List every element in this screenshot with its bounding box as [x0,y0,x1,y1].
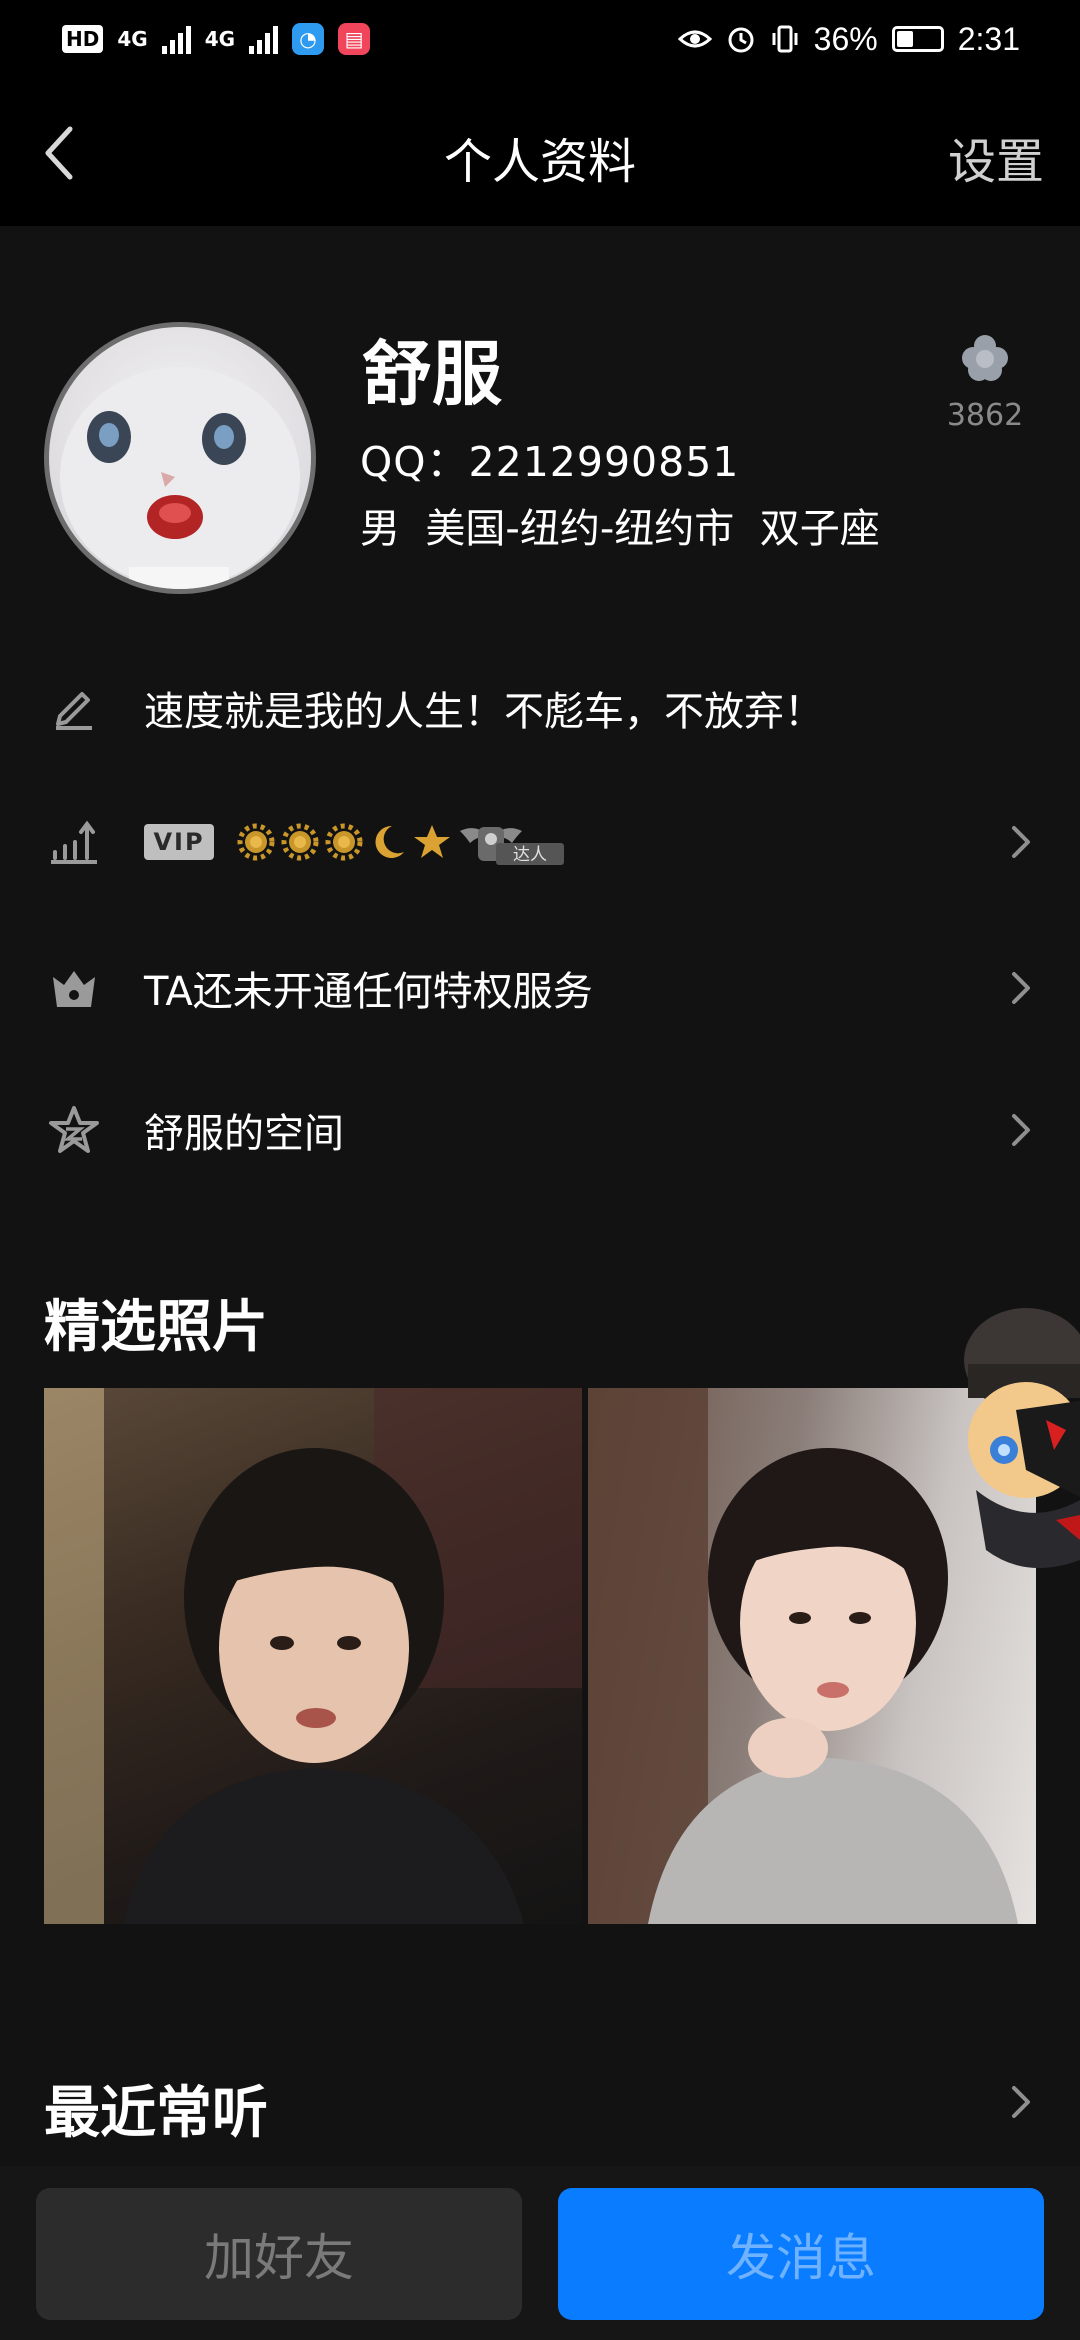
daren-badge: 达人 [460,827,564,865]
bottom-action-bar: 加好友 发消息 [0,2166,1080,2340]
avatar[interactable] [44,322,316,594]
featured-photo[interactable] [44,1388,582,1924]
alarm-icon [728,27,754,53]
daren-label: 达人 [513,845,547,865]
hd-label: HD [66,27,100,51]
chevron-right-icon [1012,972,1030,1004]
page-title: 个人资料 [443,134,636,190]
sun-icon [281,823,319,861]
status-right: 36% 2:31 [677,20,1020,58]
pencil-icon [46,680,102,736]
battery-fill [896,31,914,47]
signature-text: 速度就是我的人生！不彪车，不放弃！ [144,689,824,735]
vip-badge: VIP [144,824,214,860]
sim1-label: 4G [117,27,148,51]
cat-avatar-image [60,367,300,589]
signal-icon [161,24,191,54]
hd-icon: HD [62,25,104,53]
battery-percent: 36% [813,20,878,57]
qq-level-icons [236,822,452,862]
chevron-right-icon [1012,826,1030,858]
sun-icon [325,823,363,861]
profile-qq-number: QQ：2212990851 [360,438,740,486]
recent-listening-title: 最近常听 [44,2081,268,2146]
person-photo-image [44,1388,582,1924]
level-chart-icon [46,814,102,870]
like-button[interactable]: 3862 [930,328,1040,433]
featured-photos-title: 精选照片 [44,1295,268,1360]
signature-row[interactable]: 速度就是我的人生！不彪车，不放弃！ [0,648,1080,768]
app-notification-icon-2: ▤ [338,23,371,55]
profile-details: 男 美国-纽约-纽约市 双子座 [360,506,880,552]
vibrate-icon [772,25,798,53]
send-message-button[interactable]: 发消息 [558,2188,1044,2320]
profile-name: 舒服 [362,333,502,415]
signal-icon-2 [249,24,279,54]
floating-mascot[interactable] [946,1300,1080,1670]
status-left: HD 4G 4G ◔ ▤ [62,23,371,55]
chevron-right-icon [1012,1114,1030,1146]
crown-icon [46,960,102,1016]
qzone-star-icon [46,1102,102,1158]
qzone-text: 舒服的空间 [144,1111,344,1157]
privilege-text: TA还未开通任何特权服务 [144,969,593,1015]
app-notification-icon: ◔ [292,23,325,55]
top-nav-bar: 个人资料 设置 [0,78,1080,226]
anime-mascot-icon [964,1308,1080,1568]
moon-icon [375,825,404,858]
status-bar: HD 4G 4G ◔ ▤ 36% 2:31 [0,0,1080,78]
sun-icon [237,823,275,861]
level-row[interactable]: VIP 达人 [0,782,1080,902]
like-count: 3862 [946,398,1024,433]
battery-icon [891,26,944,52]
star-icon [414,825,450,858]
thumbs-up-icon [962,335,1008,381]
add-friend-button[interactable]: 加好友 [36,2188,522,2320]
settings-button[interactable]: 设置 [948,122,1044,192]
clock: 2:31 [957,20,1020,57]
privilege-row[interactable]: TA还未开通任何特权服务 [0,928,1080,1048]
sim2-label: 4G [204,27,236,51]
chevron-right-icon[interactable] [1006,2082,1036,2122]
eye-comfort-icon [677,30,712,48]
qzone-row[interactable]: 舒服的空间 [0,1070,1080,1190]
